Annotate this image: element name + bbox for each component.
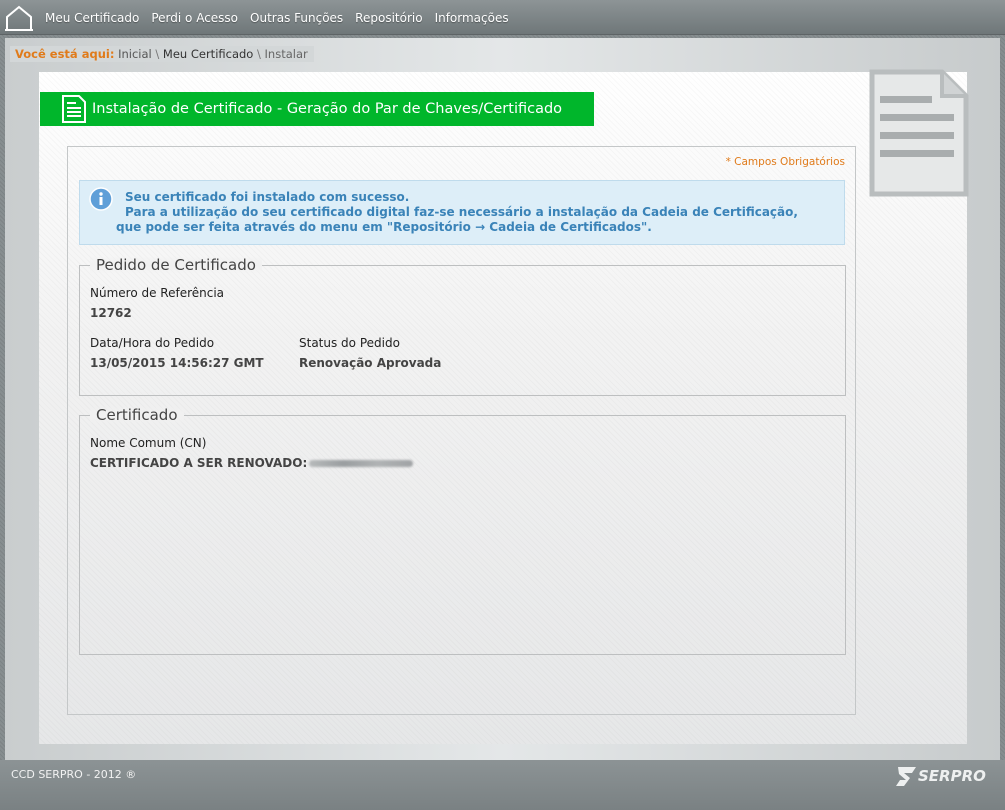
document-icon — [62, 95, 86, 123]
document-icon — [869, 69, 969, 197]
required-fields-note: * Campos Obrigatórios — [725, 156, 845, 168]
page-title: Instalação de Certificado - Geração do P… — [92, 101, 563, 117]
pedido-legend: Pedido de Certificado — [90, 256, 262, 274]
info-line-1: Seu certificado foi instalado com sucess… — [125, 190, 410, 204]
menu-informacoes[interactable]: Informações — [435, 11, 509, 25]
info-line-3: que pode ser feita através do menu em "R… — [116, 220, 652, 234]
serpro-logo-icon — [896, 767, 916, 786]
info-message: Seu certificado foi instalado com sucess… — [116, 190, 798, 235]
copyright: CCD SERPRO - 2012 ® — [11, 768, 137, 781]
certificado-fieldset: Certificado Nome Comum (CN) CERTIFICADO … — [79, 406, 846, 655]
menu-repositorio[interactable]: Repositório — [355, 11, 422, 25]
menu-meu-certificado[interactable]: Meu Certificado — [45, 11, 139, 25]
breadcrumb-link-meu-certificado[interactable]: Meu Certificado — [163, 47, 253, 61]
cn-label: Nome Comum (CN) — [90, 436, 207, 450]
home-icon[interactable] — [5, 5, 33, 31]
date-label: Data/Hora do Pedido — [90, 336, 215, 350]
breadcrumb-separator: \ — [155, 47, 160, 61]
pedido-fieldset: Pedido de Certificado Número de Referênc… — [79, 256, 846, 396]
top-navigation-bar: Meu Certificado Perdi o Acesso Outras Fu… — [0, 0, 1005, 35]
breadcrumb-link-inicial[interactable]: Inicial — [118, 47, 152, 61]
status-value: Renovação Aprovada — [299, 356, 442, 370]
menu-perdi-o-acesso[interactable]: Perdi o Acesso — [151, 11, 238, 25]
redacted-name — [309, 460, 414, 467]
page-title-bar: Instalação de Certificado - Geração do P… — [40, 92, 594, 126]
success-info-box: Seu certificado foi instalado com sucess… — [79, 180, 845, 245]
ref-label: Número de Referência — [90, 286, 225, 300]
info-icon — [89, 187, 113, 211]
certificado-legend: Certificado — [90, 406, 184, 424]
breadcrumb-current: Instalar — [264, 47, 308, 61]
breadcrumb-separator: \ — [257, 47, 261, 61]
serpro-logo: SERPRO — [894, 762, 986, 790]
cn-value: CERTIFICADO A SER RENOVADO: — [90, 456, 308, 470]
date-value: 13/05/2015 14:56:27 GMT — [90, 356, 264, 370]
status-label: Status do Pedido — [299, 336, 400, 350]
footer: CCD SERPRO - 2012 ® SERPRO — [0, 760, 1005, 810]
info-line-2: Para a utilização do seu certificado dig… — [125, 205, 798, 219]
breadcrumb: Você está aqui: Inicial \ Meu Certificad… — [10, 46, 314, 62]
breadcrumb-label: Você está aqui: — [15, 47, 115, 61]
serpro-logo-text: SERPRO — [918, 767, 986, 785]
main-menu: Meu Certificado Perdi o Acesso Outras Fu… — [45, 0, 521, 35]
cn-value-wrapper: CERTIFICADO A SER RENOVADO: — [90, 456, 414, 470]
ref-value: 12762 — [90, 306, 132, 320]
form-container: * Campos Obrigatórios Seu certificado fo… — [67, 146, 856, 715]
menu-outras-funcoes[interactable]: Outras Funções — [250, 11, 343, 25]
